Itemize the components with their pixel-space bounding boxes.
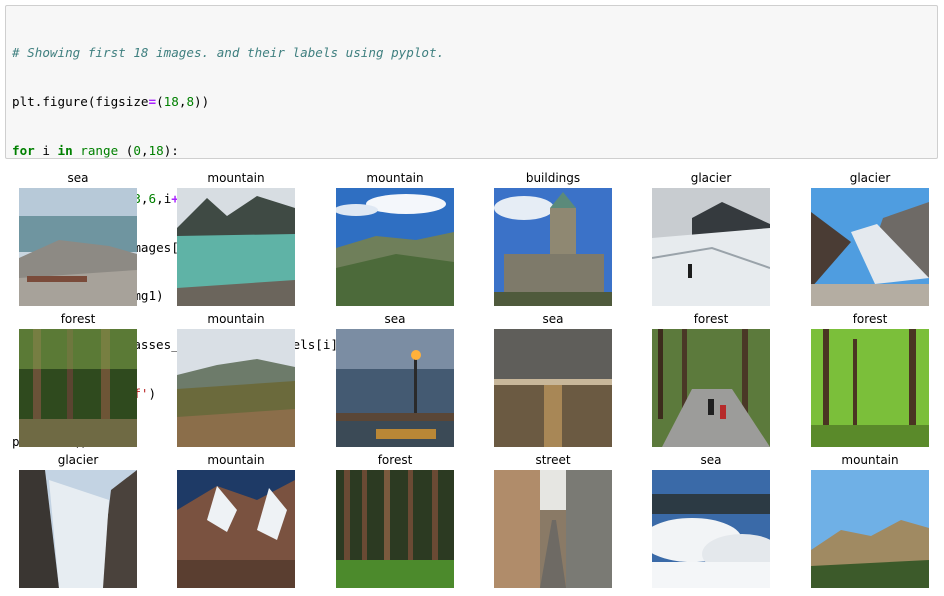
code-line-9: plt.show() [12,434,937,450]
subplot-image [336,470,454,588]
subplot-image [811,470,929,588]
code-line-7: plt.title(classes_names[train_labels[i]]… [12,337,937,353]
subplot-image [336,329,454,447]
subplot-title: sea [542,312,564,326]
subplot-title: mountain [366,171,424,185]
subplot-title: buildings [525,171,581,185]
subplot-title: mountain [207,171,265,185]
code-cell[interactable]: # Showing first 18 images. and their lab… [5,5,938,449]
subplot-title: forest [60,312,96,326]
code-line-5: img1=train_images[i] [42,239,194,255]
subplot-title: mountain [207,453,265,467]
subplot-title: sea [384,312,406,326]
subplot-image [494,470,612,588]
subplot-title: forest [377,453,413,467]
subplot-image [652,188,770,306]
subplot-title: mountain [207,312,265,326]
subplot-image [19,470,137,588]
subplot-title: glacier [57,453,99,467]
subplot-image [811,329,929,447]
subplot-title: forest [852,312,888,326]
code-line-4: plt.subplot(3,6,i+1) [42,191,194,207]
subplot-image [19,188,137,306]
subplot-image [652,470,770,588]
subplot-image [494,329,612,447]
subplot-image [811,188,929,306]
subplot-image [177,188,295,306]
subplot-image [336,188,454,306]
subplot-image [19,329,137,447]
subplot-title: sea [700,453,722,467]
code-line-2: plt.figure(figsize=(18,8)) [12,94,210,109]
subplot-title: sea [67,171,89,185]
code-line-6: plt.imshow(img1) [12,288,937,304]
code-line-1: # Showing first 18 images. and their lab… [12,45,445,61]
subplot-image [177,329,295,447]
subplot-image [177,470,295,588]
subplot-title: glacier [849,171,891,185]
subplot-image [652,329,770,447]
code-line-3: for i in range (0,18): [12,142,179,158]
subplot-title: mountain [841,453,899,467]
subplot-title: street [535,453,571,467]
code-line-8: plt.axis('off') [42,385,157,401]
subplot-image [494,188,612,306]
subplot-title: forest [693,312,729,326]
subplot-title: glacier [690,171,732,185]
